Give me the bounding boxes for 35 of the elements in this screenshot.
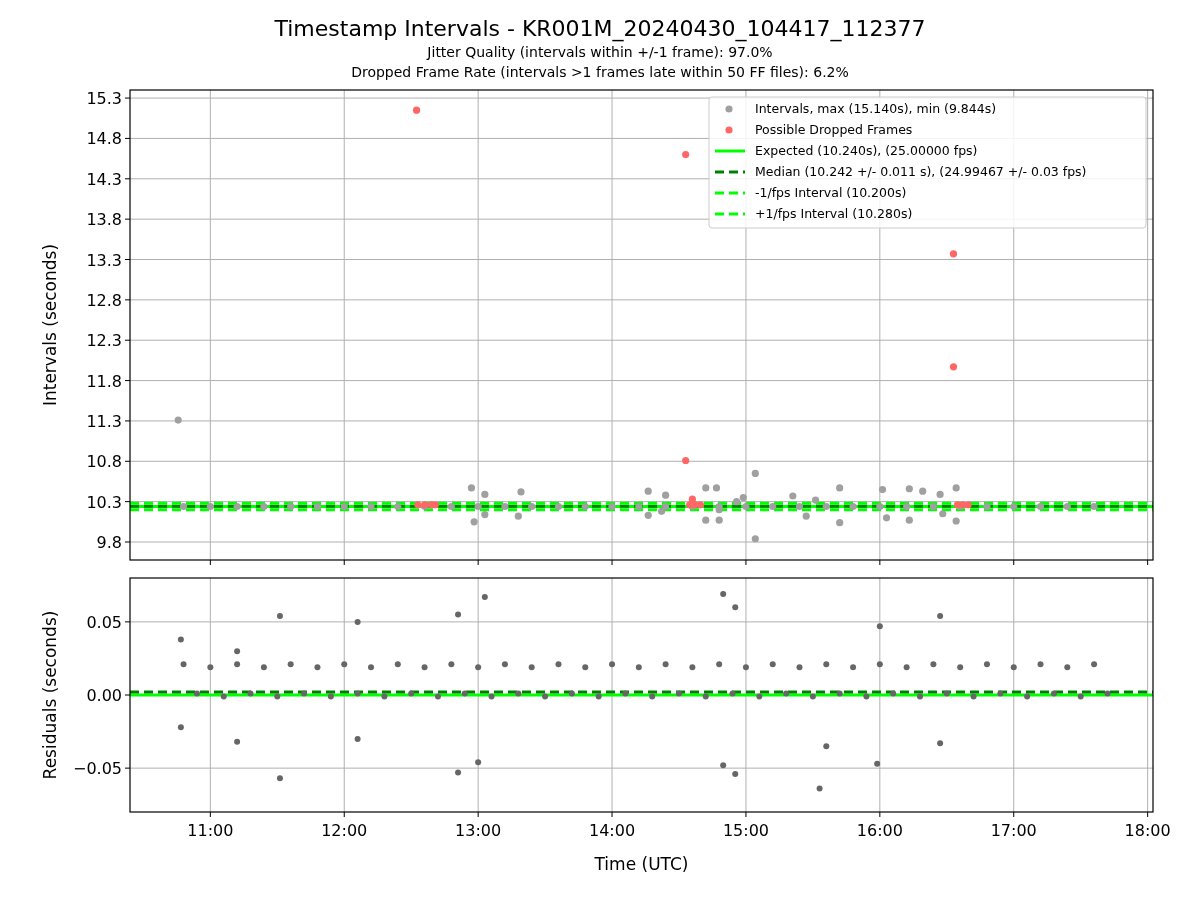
x-tick-label: 18:00 <box>1124 821 1171 840</box>
y-axis-label: Residuals (seconds) <box>40 610 60 780</box>
x-tick-label: 14:00 <box>589 821 636 840</box>
legend-label: +1/fps Interval (10.280s) <box>755 206 913 221</box>
legend-label: Possible Dropped Frames <box>755 122 913 137</box>
x-tick-label: 12:00 <box>321 821 368 840</box>
y-tick-label: 0.05 <box>86 612 122 632</box>
y-tick-label: 10.3 <box>86 492 122 512</box>
y-tick-label: 12.8 <box>86 290 122 310</box>
y-tick-label: 11.3 <box>86 411 122 431</box>
chart-subtitle: Jitter Quality (intervals within +/-1 frame): 97.0% <box>427 43 773 62</box>
y-tick-label: 13.8 <box>86 210 122 230</box>
chart-title: Timestamp Intervals - KR001M_20240430_104417_112377 <box>274 16 926 42</box>
y-tick-label: 13.3 <box>86 250 122 270</box>
x-axis-label: Time (UTC) <box>594 854 689 874</box>
legend-label: Expected (10.240s), (25.00000 fps) <box>755 143 978 158</box>
y-tick-label: 15.3 <box>86 89 122 109</box>
y-tick-label: 9.8 <box>96 533 122 552</box>
y-tick-label: 12.3 <box>86 331 122 351</box>
y-tick-label: 10.8 <box>86 452 122 472</box>
y-tick-label: −0.05 <box>72 759 122 779</box>
y-tick-label: 14.8 <box>86 129 122 149</box>
y-axis-label: Intervals (seconds) <box>40 243 60 407</box>
x-tick-label: 13:00 <box>455 821 502 840</box>
x-tick-label: 17:00 <box>990 821 1037 840</box>
chart-subtitle: Dropped Frame Rate (intervals >1 frames late within 50 FF files): 6.2% <box>351 63 849 82</box>
legend-label: Intervals, max (15.140s), min (9.844s) <box>755 101 997 116</box>
y-tick-label: 14.3 <box>86 169 122 189</box>
legend-label: Median (10.242 +/- 0.011 s), (24.99467 +/- 0.03 fps) <box>755 164 1087 179</box>
y-tick-label: 11.8 <box>86 371 122 391</box>
x-tick-label: 15:00 <box>722 821 769 840</box>
x-tick-label: 11:00 <box>187 821 234 840</box>
x-tick-label: 16:00 <box>856 821 903 840</box>
legend-label: -1/fps Interval (10.200s) <box>755 185 907 200</box>
y-tick-label: 0.00 <box>86 686 122 705</box>
